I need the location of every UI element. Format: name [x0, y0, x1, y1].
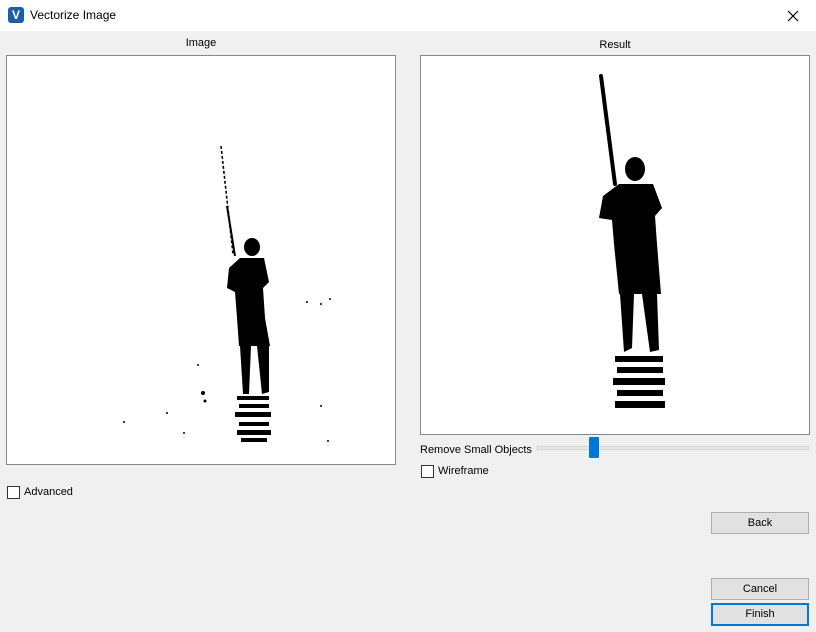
- source-silhouette: [123, 145, 331, 442]
- result-preview: [420, 55, 810, 435]
- app-logo-icon: V: [8, 7, 24, 23]
- remove-small-objects-slider-thumb[interactable]: [589, 437, 599, 458]
- result-panel-label: Result: [599, 39, 631, 51]
- cancel-button[interactable]: Cancel: [711, 578, 809, 600]
- image-panel-label: Image: [185, 37, 217, 49]
- result-silhouette: [599, 74, 665, 408]
- image-preview: [6, 55, 396, 465]
- close-icon: [787, 10, 799, 21]
- advanced-checkbox[interactable]: [7, 486, 20, 499]
- finish-button[interactable]: Finish: [711, 603, 809, 626]
- remove-small-objects-label: Remove Small Objects: [420, 444, 532, 456]
- window-title: Vectorize Image: [30, 8, 117, 22]
- title-bar: V Vectorize Image: [0, 0, 816, 31]
- wireframe-label: Wireframe: [438, 465, 489, 477]
- advanced-label: Advanced: [24, 486, 73, 498]
- remove-small-objects-slider[interactable]: [537, 446, 809, 450]
- back-button[interactable]: Back: [711, 512, 809, 534]
- close-button[interactable]: [770, 0, 816, 31]
- wireframe-checkbox[interactable]: [421, 465, 434, 478]
